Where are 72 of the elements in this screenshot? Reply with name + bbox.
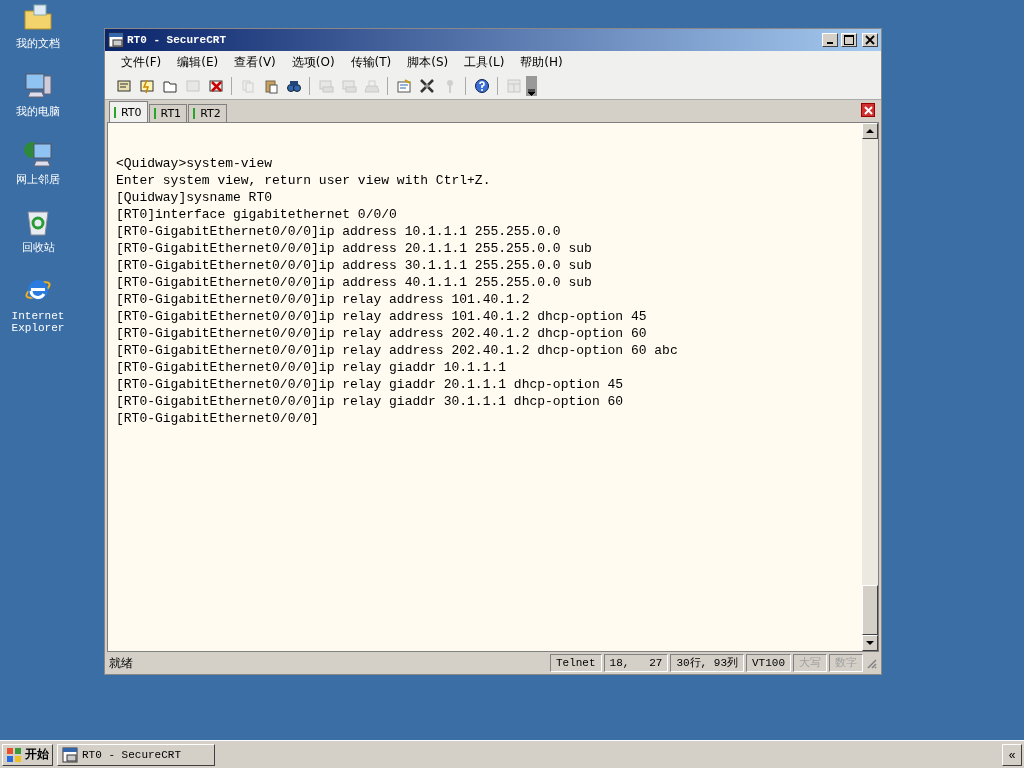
terminal-line: [RT0-GigabitEthernet0/0/0]ip address 30.1.1.1 255.255.0.0 sub bbox=[116, 257, 593, 274]
maximize-icon bbox=[844, 35, 854, 45]
vertical-scrollbar[interactable] bbox=[862, 123, 878, 651]
status-message: 就绪 bbox=[109, 654, 134, 672]
resize-grip-icon[interactable] bbox=[865, 657, 877, 669]
window-icon bbox=[108, 32, 124, 48]
maximize-button[interactable] bbox=[841, 33, 857, 47]
status-pane: Telnet bbox=[549, 654, 602, 672]
folder-icon bbox=[161, 78, 178, 94]
menu-item[interactable]: 查看(V) bbox=[226, 53, 284, 71]
down-arrow-icon bbox=[866, 640, 874, 646]
session-tab[interactable]: RT1 bbox=[148, 104, 188, 122]
menu-item[interactable]: 脚本(S) bbox=[399, 53, 457, 71]
terminal-line: [RT0-GigabitEthernet0/0/0]ip relay address 101.40.1.2 bbox=[116, 291, 531, 308]
minimize-button[interactable] bbox=[822, 33, 838, 47]
terminal-line: [RT0-GigabitEthernet0/0/0]ip address 20.1.1.1 255.255.0.0 sub bbox=[116, 240, 593, 257]
terminal-line: <Quidway>system-view bbox=[116, 155, 274, 172]
status-pane: 18, 27 bbox=[603, 654, 669, 672]
menu-item[interactable]: 选项(O) bbox=[283, 53, 343, 71]
show-tray-button[interactable]: « bbox=[1002, 743, 1022, 766]
taskbar-button[interactable]: RT0 - SecureCRT bbox=[57, 743, 215, 766]
window-title: RT0 - SecureCRT bbox=[127, 34, 228, 46]
desktop-icon-label[interactable]: 回收站 bbox=[5, 242, 71, 254]
terminal-line: [RT0-GigabitEthernet0/0/0]ip address 40.1.1.1 255.255.0.0 sub bbox=[116, 274, 593, 291]
terminal-line: [RT0]interface gigabitethernet 0/0/0 bbox=[116, 206, 398, 223]
terminal-line: [Quidway]sysname RT0 bbox=[116, 189, 274, 206]
terminal-icon bbox=[115, 78, 132, 94]
terminal-line: [RT0-GigabitEthernet0/0/0]ip relay address 202.40.1.2 dhcp-option 60 bbox=[116, 325, 648, 342]
menu-item[interactable]: 编辑(E) bbox=[169, 53, 227, 71]
terminal-line: [RT0-GigabitEthernet0/0/0]ip relay giaddr 20.1.1.1 dhcp-option 45 bbox=[116, 376, 625, 393]
terminal-line: [RT0-GigabitEthernet0/0/0]ip relay address 202.40.1.2 dhcp-option 60 abc bbox=[116, 342, 679, 359]
terminal-x-icon bbox=[207, 78, 224, 94]
close-tab-button[interactable] bbox=[861, 103, 875, 117]
terminal-line: [RT0-GigabitEthernet0/0/0]ip relay giaddr 30.1.1.1 dhcp-option 60 bbox=[116, 393, 625, 410]
lightning-terminal-icon bbox=[138, 78, 155, 94]
chevron-down-icon bbox=[528, 89, 535, 96]
menu-item[interactable]: 文件(F) bbox=[113, 53, 170, 71]
close-button[interactable] bbox=[862, 33, 878, 47]
terminal-icon bbox=[184, 78, 201, 94]
copy-icon bbox=[239, 78, 256, 94]
close-icon bbox=[863, 105, 873, 115]
scroll-up-button[interactable] bbox=[862, 123, 878, 139]
scroll-down-button[interactable] bbox=[862, 635, 878, 651]
binoculars-icon bbox=[285, 78, 302, 94]
windows-logo-icon bbox=[6, 746, 22, 763]
menu-item[interactable]: 传输(T) bbox=[342, 53, 400, 71]
status-pane: 30行, 93列 bbox=[670, 654, 744, 672]
desktop-icon-label[interactable]: 我的文档 bbox=[5, 38, 71, 50]
up-arrow-icon bbox=[866, 128, 874, 134]
terminal-line: [RT0-GigabitEthernet0/0/0]ip relay giaddr 10.1.1.1 bbox=[116, 359, 508, 376]
close-icon bbox=[865, 35, 875, 45]
terminal-line: [RT0-GigabitEthernet0/0/0]ip address 10.1.1.1 255.255.0.0 bbox=[116, 223, 562, 240]
status-pane: VT100 bbox=[746, 654, 791, 672]
minimize-icon bbox=[827, 42, 833, 44]
scrollbar-thumb[interactable] bbox=[862, 585, 878, 635]
session-tab[interactable]: RT2 bbox=[188, 104, 227, 122]
menu-item[interactable]: 工具(L) bbox=[456, 53, 513, 71]
start-button[interactable]: 开始 bbox=[2, 743, 53, 766]
terminal-line: Enter system view, return user view with Ctrl+Z. bbox=[116, 172, 492, 189]
desktop-icon-label[interactable]: 网上邻居 bbox=[5, 174, 71, 186]
window-icon bbox=[62, 746, 78, 763]
paste-icon bbox=[262, 78, 279, 94]
help-icon bbox=[473, 78, 490, 94]
toolbar-overflow-button[interactable] bbox=[526, 76, 537, 96]
desktop-icon-label[interactable]: Internet Explorer bbox=[5, 310, 71, 334]
terminal-line: [RT0-GigabitEthernet0/0/0] bbox=[116, 410, 320, 427]
session-tab[interactable]: RT0 bbox=[109, 101, 148, 122]
terminal-line: [RT0-GigabitEthernet0/0/0]ip relay address 101.40.1.2 dhcp-option 45 bbox=[116, 308, 648, 325]
window-icon bbox=[505, 78, 522, 94]
desktop-icon-label[interactable]: 我的电脑 bbox=[5, 106, 71, 118]
menu-item[interactable]: 帮助(H) bbox=[512, 53, 571, 71]
settings-icon bbox=[395, 78, 412, 94]
